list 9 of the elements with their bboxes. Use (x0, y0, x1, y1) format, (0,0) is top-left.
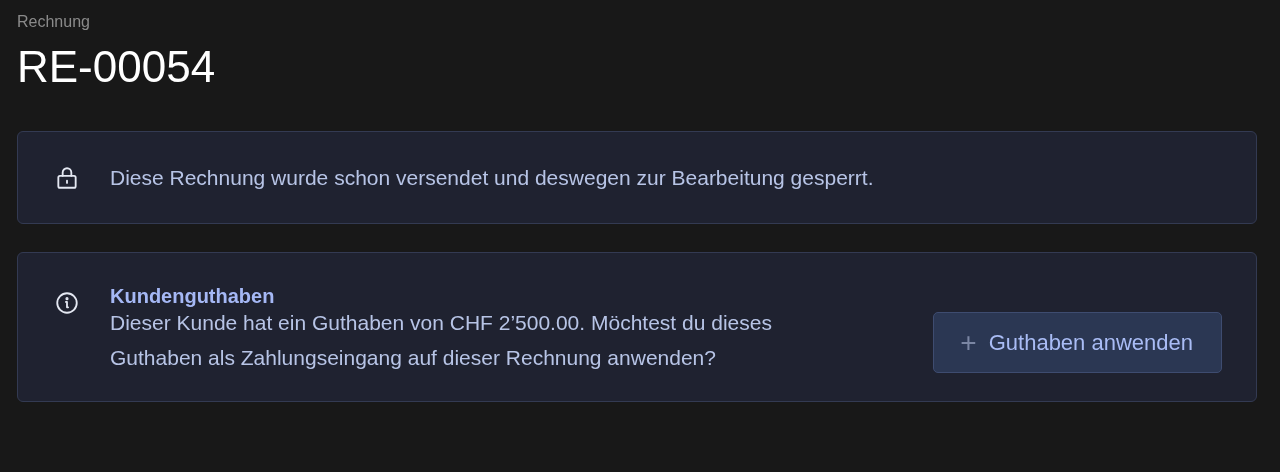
notice-message: Diese Rechnung wurde schon versendet und deswegen zur Bearbeitung gesperrt. (110, 164, 875, 191)
notice-title: Kundenguthaben (110, 284, 276, 309)
plus-icon: + (960, 326, 977, 359)
apply-credit-button[interactable]: + Guthaben anwenden (933, 312, 1222, 373)
info-icon (54, 290, 80, 316)
page-label: Rechnung (17, 12, 91, 32)
lock-icon (54, 164, 80, 191)
notice-message: Dieser Kunde hat ein Guthaben von CHF 2’500.00. Möchtest du dieses Guthaben als Zahlungseingang auf dieser Rechnung anwenden? (110, 310, 773, 371)
invoice-title: RE-00054 (17, 41, 217, 93)
